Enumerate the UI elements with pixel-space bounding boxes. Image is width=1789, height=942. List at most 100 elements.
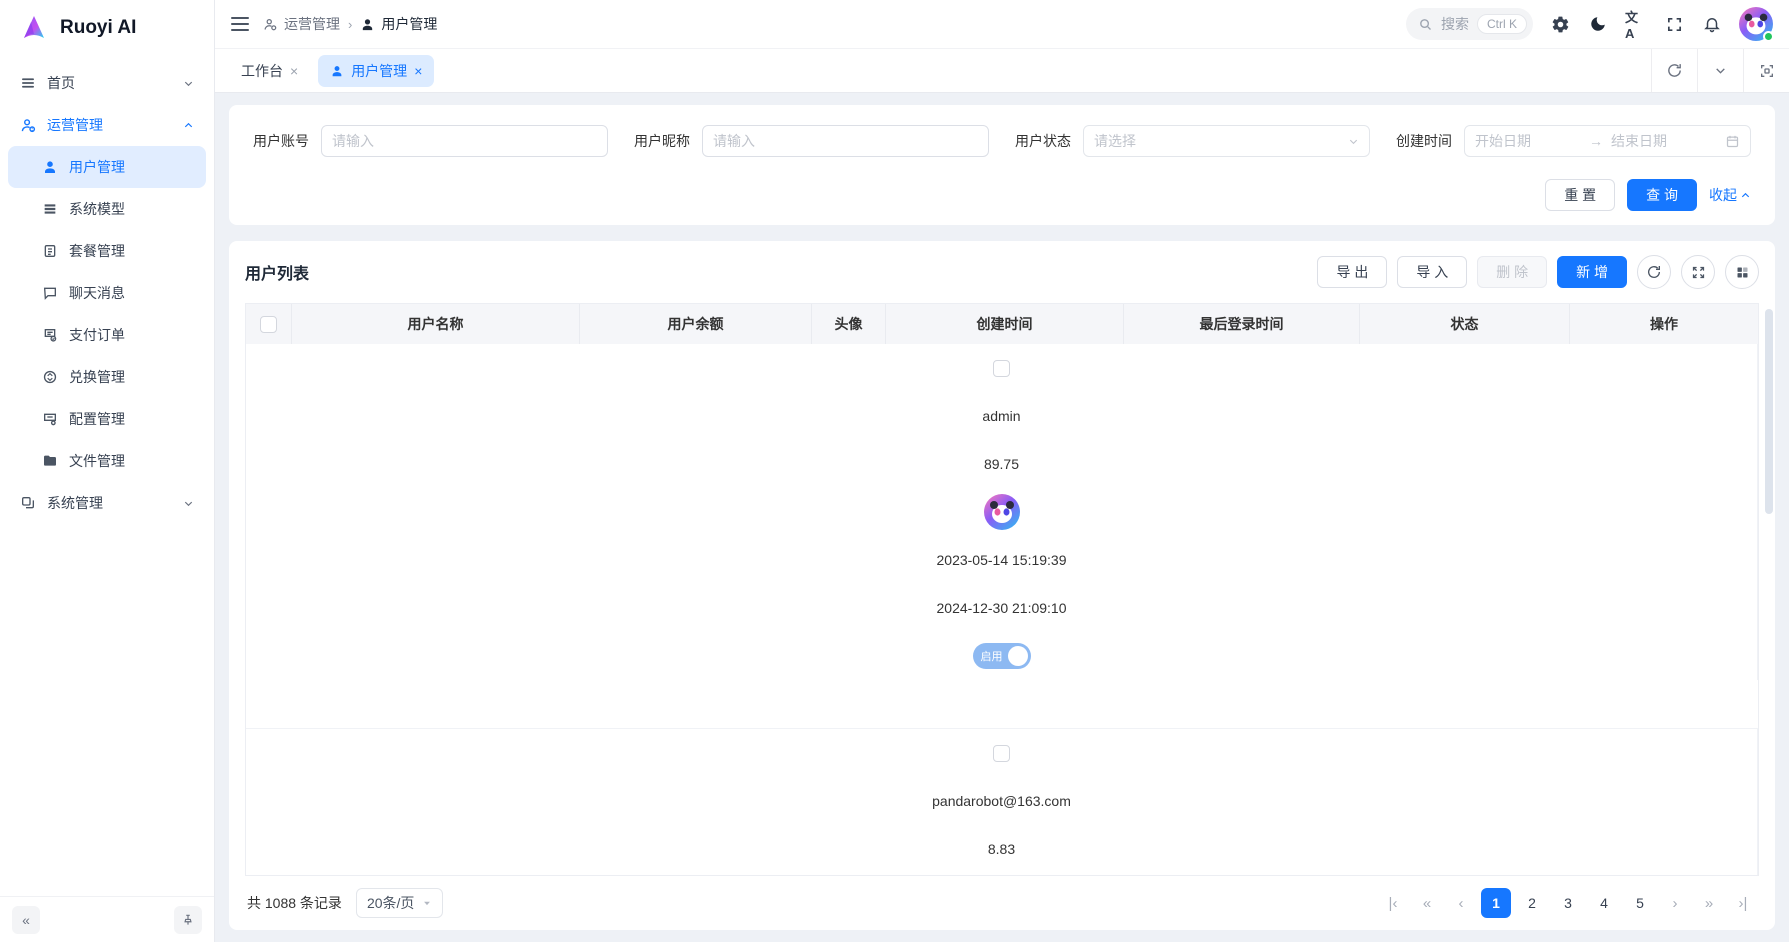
sidebar-item-system[interactable]: 系统管理	[8, 482, 206, 524]
add-button[interactable]: 新 增	[1557, 256, 1627, 288]
breadcrumb-item-operations[interactable]: 运营管理	[263, 14, 340, 34]
config-icon	[42, 411, 59, 428]
row-checkbox[interactable]	[993, 745, 1010, 762]
avatar-cell	[246, 488, 1758, 536]
nickname-input[interactable]	[702, 125, 989, 157]
tab-user-management[interactable]: 用户管理 ×	[318, 55, 434, 87]
online-status-dot	[1763, 31, 1774, 42]
column-header: 创建时间	[886, 304, 1124, 344]
account-input[interactable]	[321, 125, 608, 157]
delete-button[interactable]: 删 除	[1477, 256, 1547, 288]
user-icon	[42, 159, 59, 176]
sidebar-item-folder[interactable]: 文件管理	[8, 440, 206, 482]
created-time-cell: 2023-05-14 15:19:39	[246, 536, 1758, 584]
sidebar-item-model[interactable]: 系统模型	[8, 188, 206, 230]
next-page-button[interactable]: ›	[1661, 889, 1689, 917]
dark-mode-button[interactable]	[1587, 13, 1609, 35]
column-settings-button[interactable]	[1725, 255, 1759, 289]
created-label: 创建时间	[1396, 131, 1452, 151]
sidebar-item-chat[interactable]: 聊天消息	[8, 272, 206, 314]
user-name-cell: admin	[246, 392, 1758, 440]
refresh-table-button[interactable]	[1637, 255, 1671, 289]
select-all-checkbox[interactable]	[260, 316, 277, 333]
sidebar-item-label: 文件管理	[69, 451, 194, 471]
scrollbar-thumb[interactable]	[1765, 309, 1773, 514]
home-icon	[20, 75, 37, 92]
language-button[interactable]: 文A	[1625, 13, 1647, 35]
collapse-filters-link[interactable]: 收起	[1709, 185, 1751, 205]
close-icon[interactable]: ×	[414, 63, 422, 79]
fullscreen-button[interactable]	[1663, 13, 1685, 35]
sidebar-item-user[interactable]: 用户管理	[8, 146, 206, 188]
brand-logo-icon	[18, 12, 50, 44]
sidebar-item-config[interactable]: 配置管理	[8, 398, 206, 440]
sidebar-item-package[interactable]: 套餐管理	[8, 230, 206, 272]
logo-row[interactable]: Ruoyi AI	[0, 0, 214, 56]
search-button[interactable]: 查 询	[1627, 179, 1697, 211]
operations-icon	[20, 117, 37, 134]
collapse-sidebar-button[interactable]: «	[12, 906, 40, 934]
table-scrollbar[interactable]	[1765, 309, 1773, 870]
breadcrumb-item-users[interactable]: 用户管理	[360, 14, 437, 34]
filter-status: 用户状态 请选择	[1015, 125, 1370, 157]
global-search[interactable]: 搜索 Ctrl K	[1406, 8, 1533, 40]
package-icon	[42, 243, 59, 260]
sidebar-item-label: 系统管理	[47, 493, 173, 513]
sidebar-item-order[interactable]: 支付订单	[8, 314, 206, 356]
table-footer: 共 1088 条记录 20条/页 |‹«‹12345›»›|	[245, 876, 1759, 930]
hamburger-menu-icon[interactable]	[231, 17, 249, 31]
page-size-select[interactable]: 20条/页	[356, 888, 443, 918]
table-body: admin89.752023-05-14 15:19:392024-12-30 …	[245, 344, 1759, 876]
column-header: 状态	[1360, 304, 1570, 344]
page-number-5[interactable]: 5	[1625, 888, 1655, 918]
pin-sidebar-button[interactable]	[174, 906, 202, 934]
import-button[interactable]: 导 入	[1397, 256, 1467, 288]
reset-button[interactable]: 重 置	[1545, 179, 1615, 211]
tab-workbench[interactable]: 工作台 ×	[229, 55, 310, 87]
caret-down-icon	[422, 898, 432, 908]
sidebar: Ruoyi AI 首页 运营管理 用户管理	[0, 0, 215, 942]
status-select[interactable]: 请选择	[1083, 125, 1370, 157]
close-icon[interactable]: ×	[290, 63, 298, 79]
user-name-cell: pandarobot@163.com	[246, 777, 1758, 825]
sidebar-item-operations[interactable]: 运营管理	[8, 104, 206, 146]
folder-icon	[42, 453, 59, 470]
column-header: 用户余额	[580, 304, 812, 344]
page-number-2[interactable]: 2	[1517, 888, 1547, 918]
date-range-picker[interactable]: 开始日期 → 结束日期	[1464, 125, 1751, 157]
page-number-3[interactable]: 3	[1553, 888, 1583, 918]
system-icon	[20, 495, 37, 512]
search-label: 搜索	[1441, 14, 1469, 34]
table-header-row: 用户名称用户余额头像创建时间最后登录时间状态操作	[245, 303, 1759, 344]
refresh-tab-button[interactable]	[1651, 49, 1697, 92]
prev-page-button[interactable]: ‹	[1447, 889, 1475, 917]
status-toggle[interactable]: 启用	[973, 643, 1031, 669]
content-fullscreen-button[interactable]	[1743, 49, 1789, 92]
sidebar-item-home[interactable]: 首页	[8, 62, 206, 104]
row-checkbox[interactable]	[993, 360, 1010, 377]
status-cell: 启用	[246, 632, 1758, 680]
sidebar-item-label: 系统模型	[69, 199, 194, 219]
tab-bar: 工作台 × 用户管理 ×	[215, 48, 1789, 93]
bell-icon	[1703, 15, 1721, 33]
user-avatar[interactable]	[1739, 7, 1773, 41]
page-number-4[interactable]: 4	[1589, 888, 1619, 918]
notifications-button[interactable]	[1701, 13, 1723, 35]
tab-menu-button[interactable]	[1697, 49, 1743, 92]
prev-10-pages-button[interactable]: «	[1413, 889, 1441, 917]
sidebar-item-label: 聊天消息	[69, 283, 194, 303]
sidebar-item-redeem[interactable]: 兑换管理	[8, 356, 206, 398]
sidebar-item-label: 支付订单	[69, 325, 194, 345]
last-page-button[interactable]: ›|	[1729, 889, 1757, 917]
export-button[interactable]: 导 出	[1317, 256, 1387, 288]
settings-button[interactable]	[1549, 13, 1571, 35]
column-header: 用户名称	[292, 304, 580, 344]
next-10-pages-button[interactable]: »	[1695, 889, 1723, 917]
refresh-icon	[1666, 62, 1683, 79]
first-page-button[interactable]: |‹	[1379, 889, 1407, 917]
sidebar-item-label: 兑换管理	[69, 367, 194, 387]
expand-table-button[interactable]	[1681, 255, 1715, 289]
table-row: pandarobot@163.com8.832023-10-17 15:07:0…	[246, 729, 1758, 876]
page-number-1[interactable]: 1	[1481, 888, 1511, 918]
chevron-down-icon	[1348, 136, 1359, 147]
